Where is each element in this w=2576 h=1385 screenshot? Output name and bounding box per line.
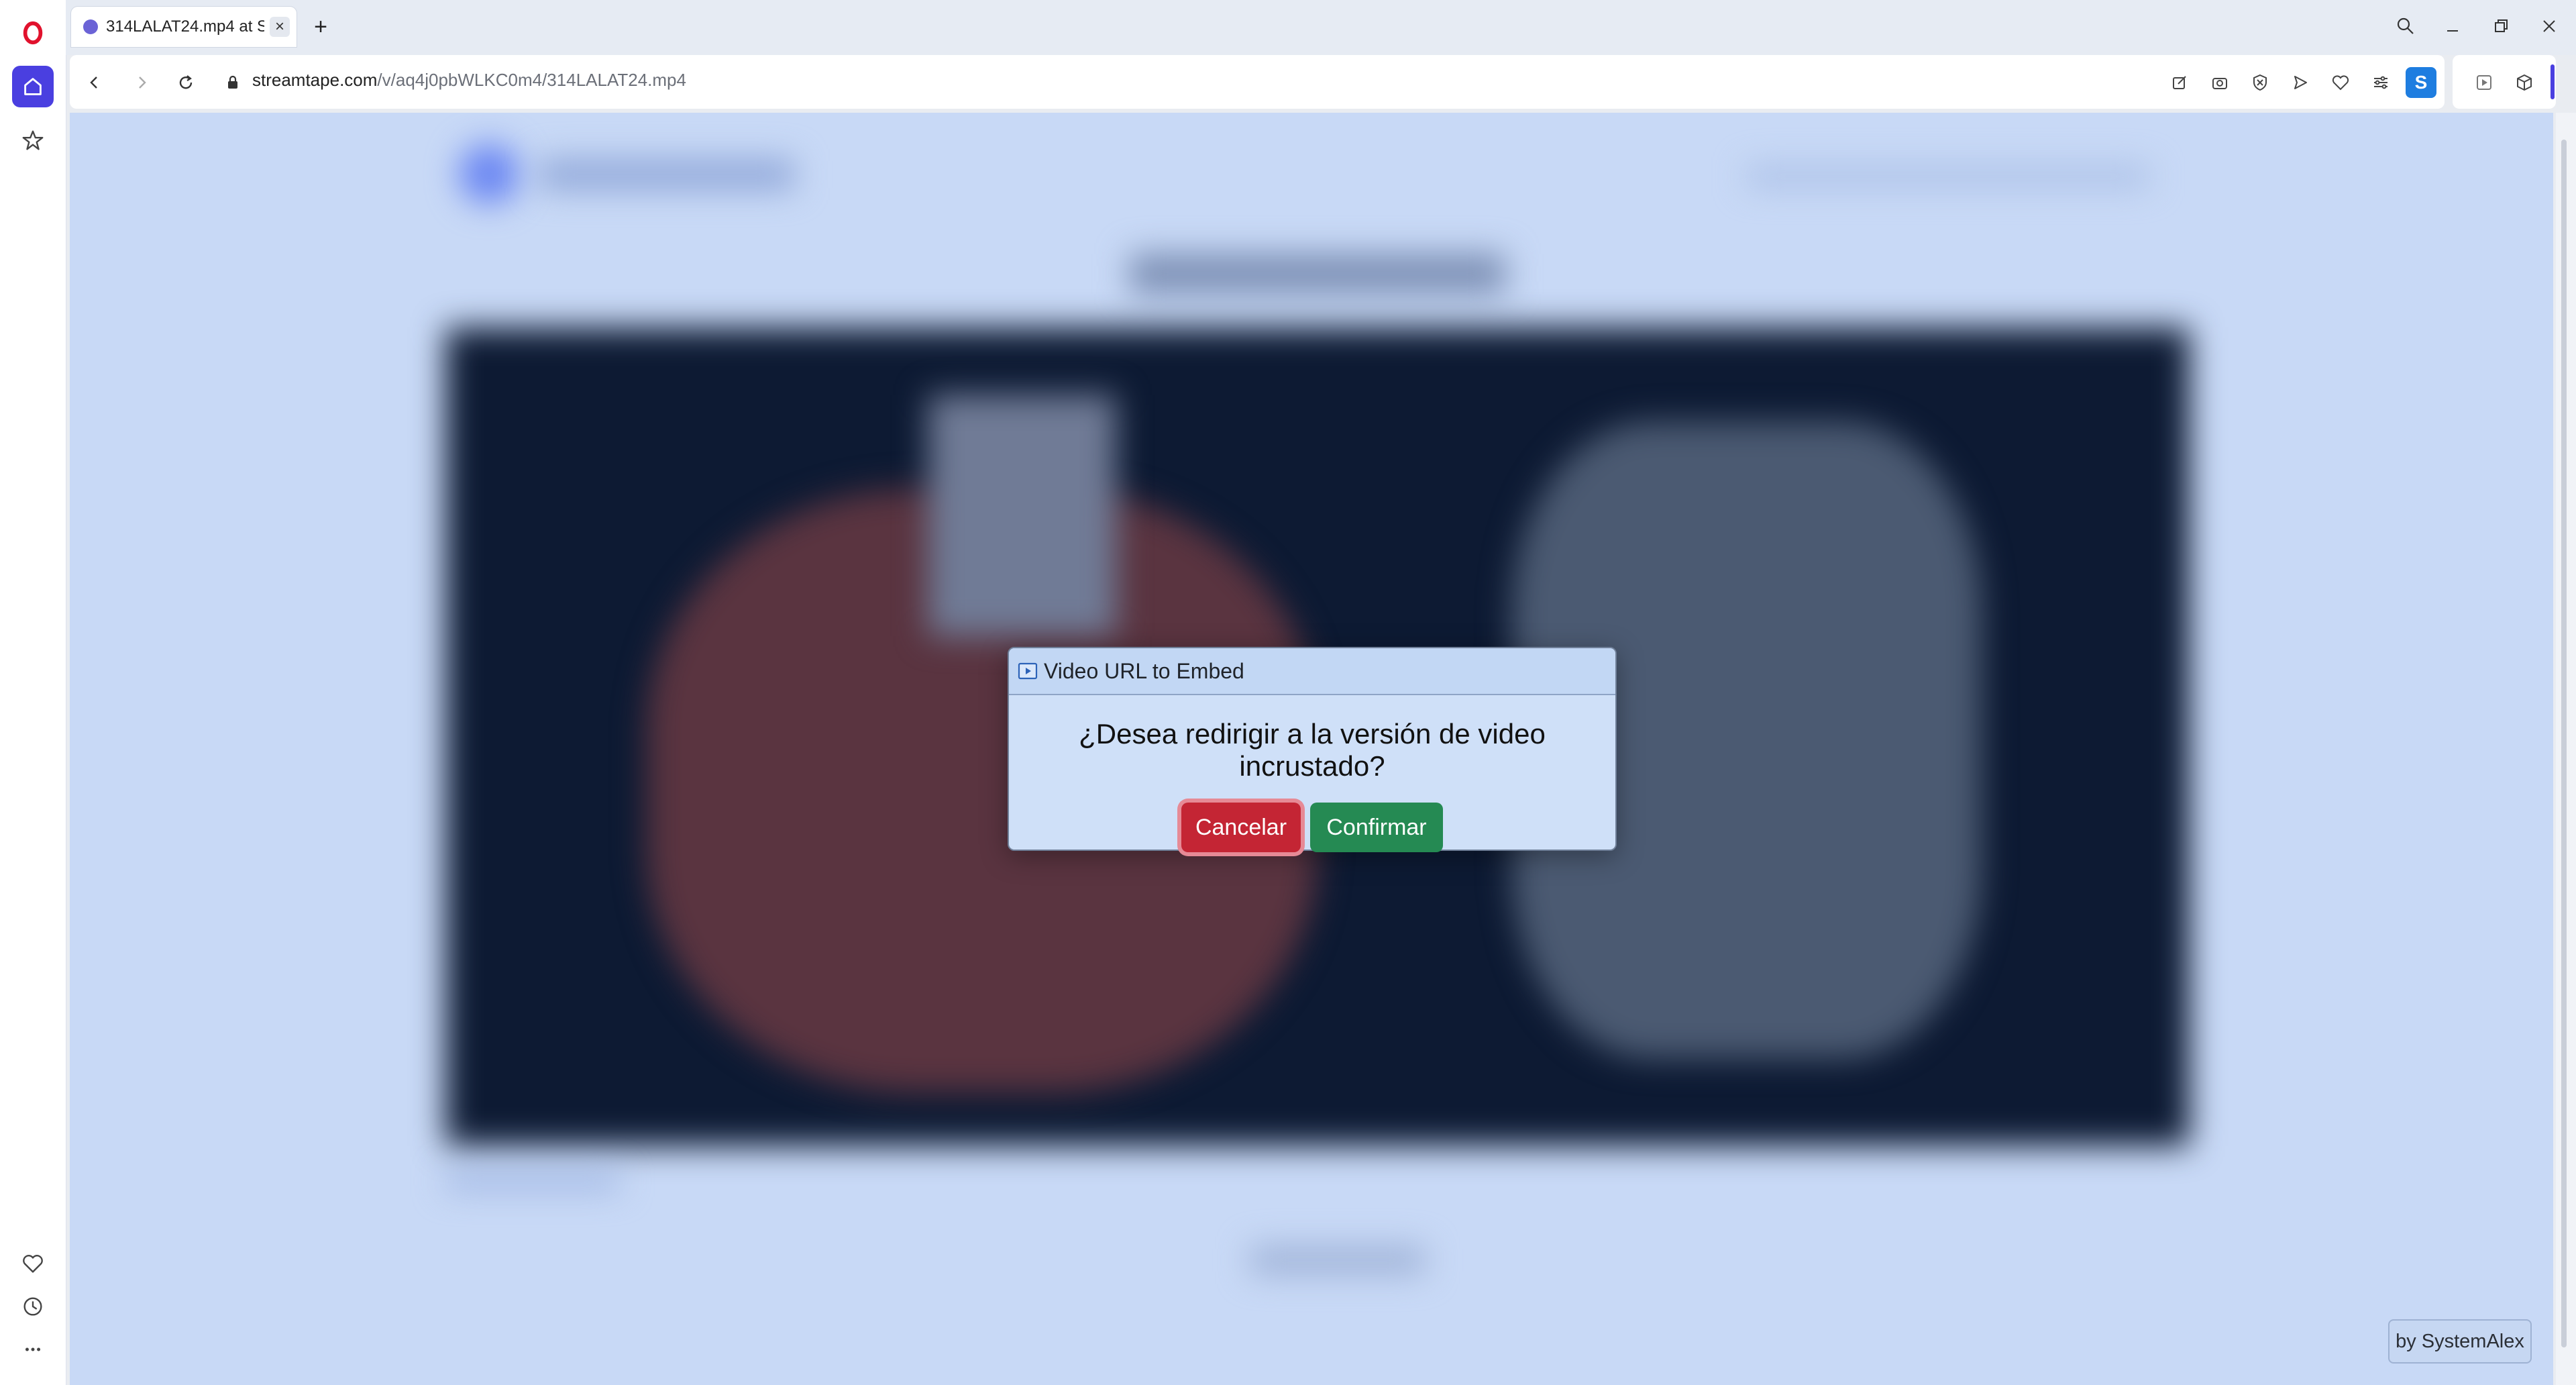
browser-tab[interactable]: 314LALAT24.mp4 at St × xyxy=(71,7,297,47)
dialog-body: ¿Desea redirigir a la versión de video i… xyxy=(1009,718,1615,852)
dialog-question: ¿Desea redirigir a la versión de video i… xyxy=(1079,718,1546,782)
minimize-icon[interactable] xyxy=(2434,9,2471,43)
scroll-thumb[interactable] xyxy=(2561,140,2567,1347)
more-dots-icon[interactable] xyxy=(12,1329,54,1370)
reload-icon[interactable] xyxy=(170,67,201,98)
new-tab-button[interactable]: + xyxy=(306,12,335,42)
url-domain: streamtape.com xyxy=(252,70,378,90)
send-arrow-icon[interactable] xyxy=(2285,67,2316,98)
site-name-blur xyxy=(539,160,794,189)
tab-bar: 314LALAT24.mp4 at St × + xyxy=(66,0,2576,55)
history-clock-icon[interactable] xyxy=(12,1286,54,1327)
forward-icon[interactable] xyxy=(126,67,157,98)
ad-block-shield-icon[interactable] xyxy=(2245,67,2275,98)
player-icon[interactable] xyxy=(2469,67,2500,98)
tab-close-icon[interactable]: × xyxy=(270,17,290,37)
embed-dialog: Video URL to Embed ¿Desea redirigir a la… xyxy=(1008,647,1617,852)
extension-s-icon[interactable]: S xyxy=(2406,67,2436,98)
scrollbar[interactable] xyxy=(2556,113,2576,1385)
dialog-header: Video URL to Embed xyxy=(1009,648,1615,695)
opera-logo-icon[interactable] xyxy=(12,12,54,54)
tab-title: 314LALAT24.mp4 at St xyxy=(106,17,264,36)
tab-favicon-icon xyxy=(83,19,98,34)
restore-icon[interactable] xyxy=(2482,9,2520,43)
address-bar: streamtape.com/v/aq4j0pbWLKC0m4/314LALAT… xyxy=(70,55,2445,109)
url-text[interactable]: streamtape.com/v/aq4j0pbWLKC0m4/314LALAT… xyxy=(252,70,686,91)
video-highlight-blur xyxy=(928,395,1116,636)
download-blur xyxy=(1250,1247,1425,1274)
snapshot-camera-icon[interactable] xyxy=(2204,67,2235,98)
player-panel xyxy=(2453,55,2556,109)
back-icon[interactable] xyxy=(79,67,110,98)
video-link-blur xyxy=(445,1173,620,1189)
easy-setup-icon[interactable] xyxy=(2365,67,2396,98)
heart-icon[interactable] xyxy=(12,1243,54,1284)
panel-indicator xyxy=(2551,64,2555,99)
home-icon[interactable] xyxy=(12,66,54,107)
browser-sidebar xyxy=(0,0,66,1385)
site-nav-blur xyxy=(1747,166,2149,187)
edit-icon[interactable] xyxy=(2164,67,2195,98)
dialog-title: Video URL to Embed xyxy=(1044,658,1244,683)
cube-icon[interactable] xyxy=(2509,67,2540,98)
site-logo-blur xyxy=(459,144,519,204)
cancel-button[interactable]: Cancelar xyxy=(1181,803,1301,852)
bookmarks-star-icon[interactable] xyxy=(12,119,54,161)
dialog-buttons: Cancelar Confirmar xyxy=(1009,803,1615,852)
lock-icon[interactable] xyxy=(217,67,248,98)
video-title-blur xyxy=(1130,254,1505,294)
search-tabs-icon[interactable] xyxy=(2387,9,2424,43)
bookmark-heart-icon[interactable] xyxy=(2325,67,2356,98)
url-path: /v/aq4j0pbWLKC0m4/314LALAT24.mp4 xyxy=(377,70,686,90)
close-window-icon[interactable] xyxy=(2530,9,2568,43)
systemalex-badge[interactable]: by SystemAlex xyxy=(2388,1319,2532,1364)
confirm-button[interactable]: Confirmar xyxy=(1310,803,1443,852)
video-embed-icon xyxy=(1018,662,1038,680)
